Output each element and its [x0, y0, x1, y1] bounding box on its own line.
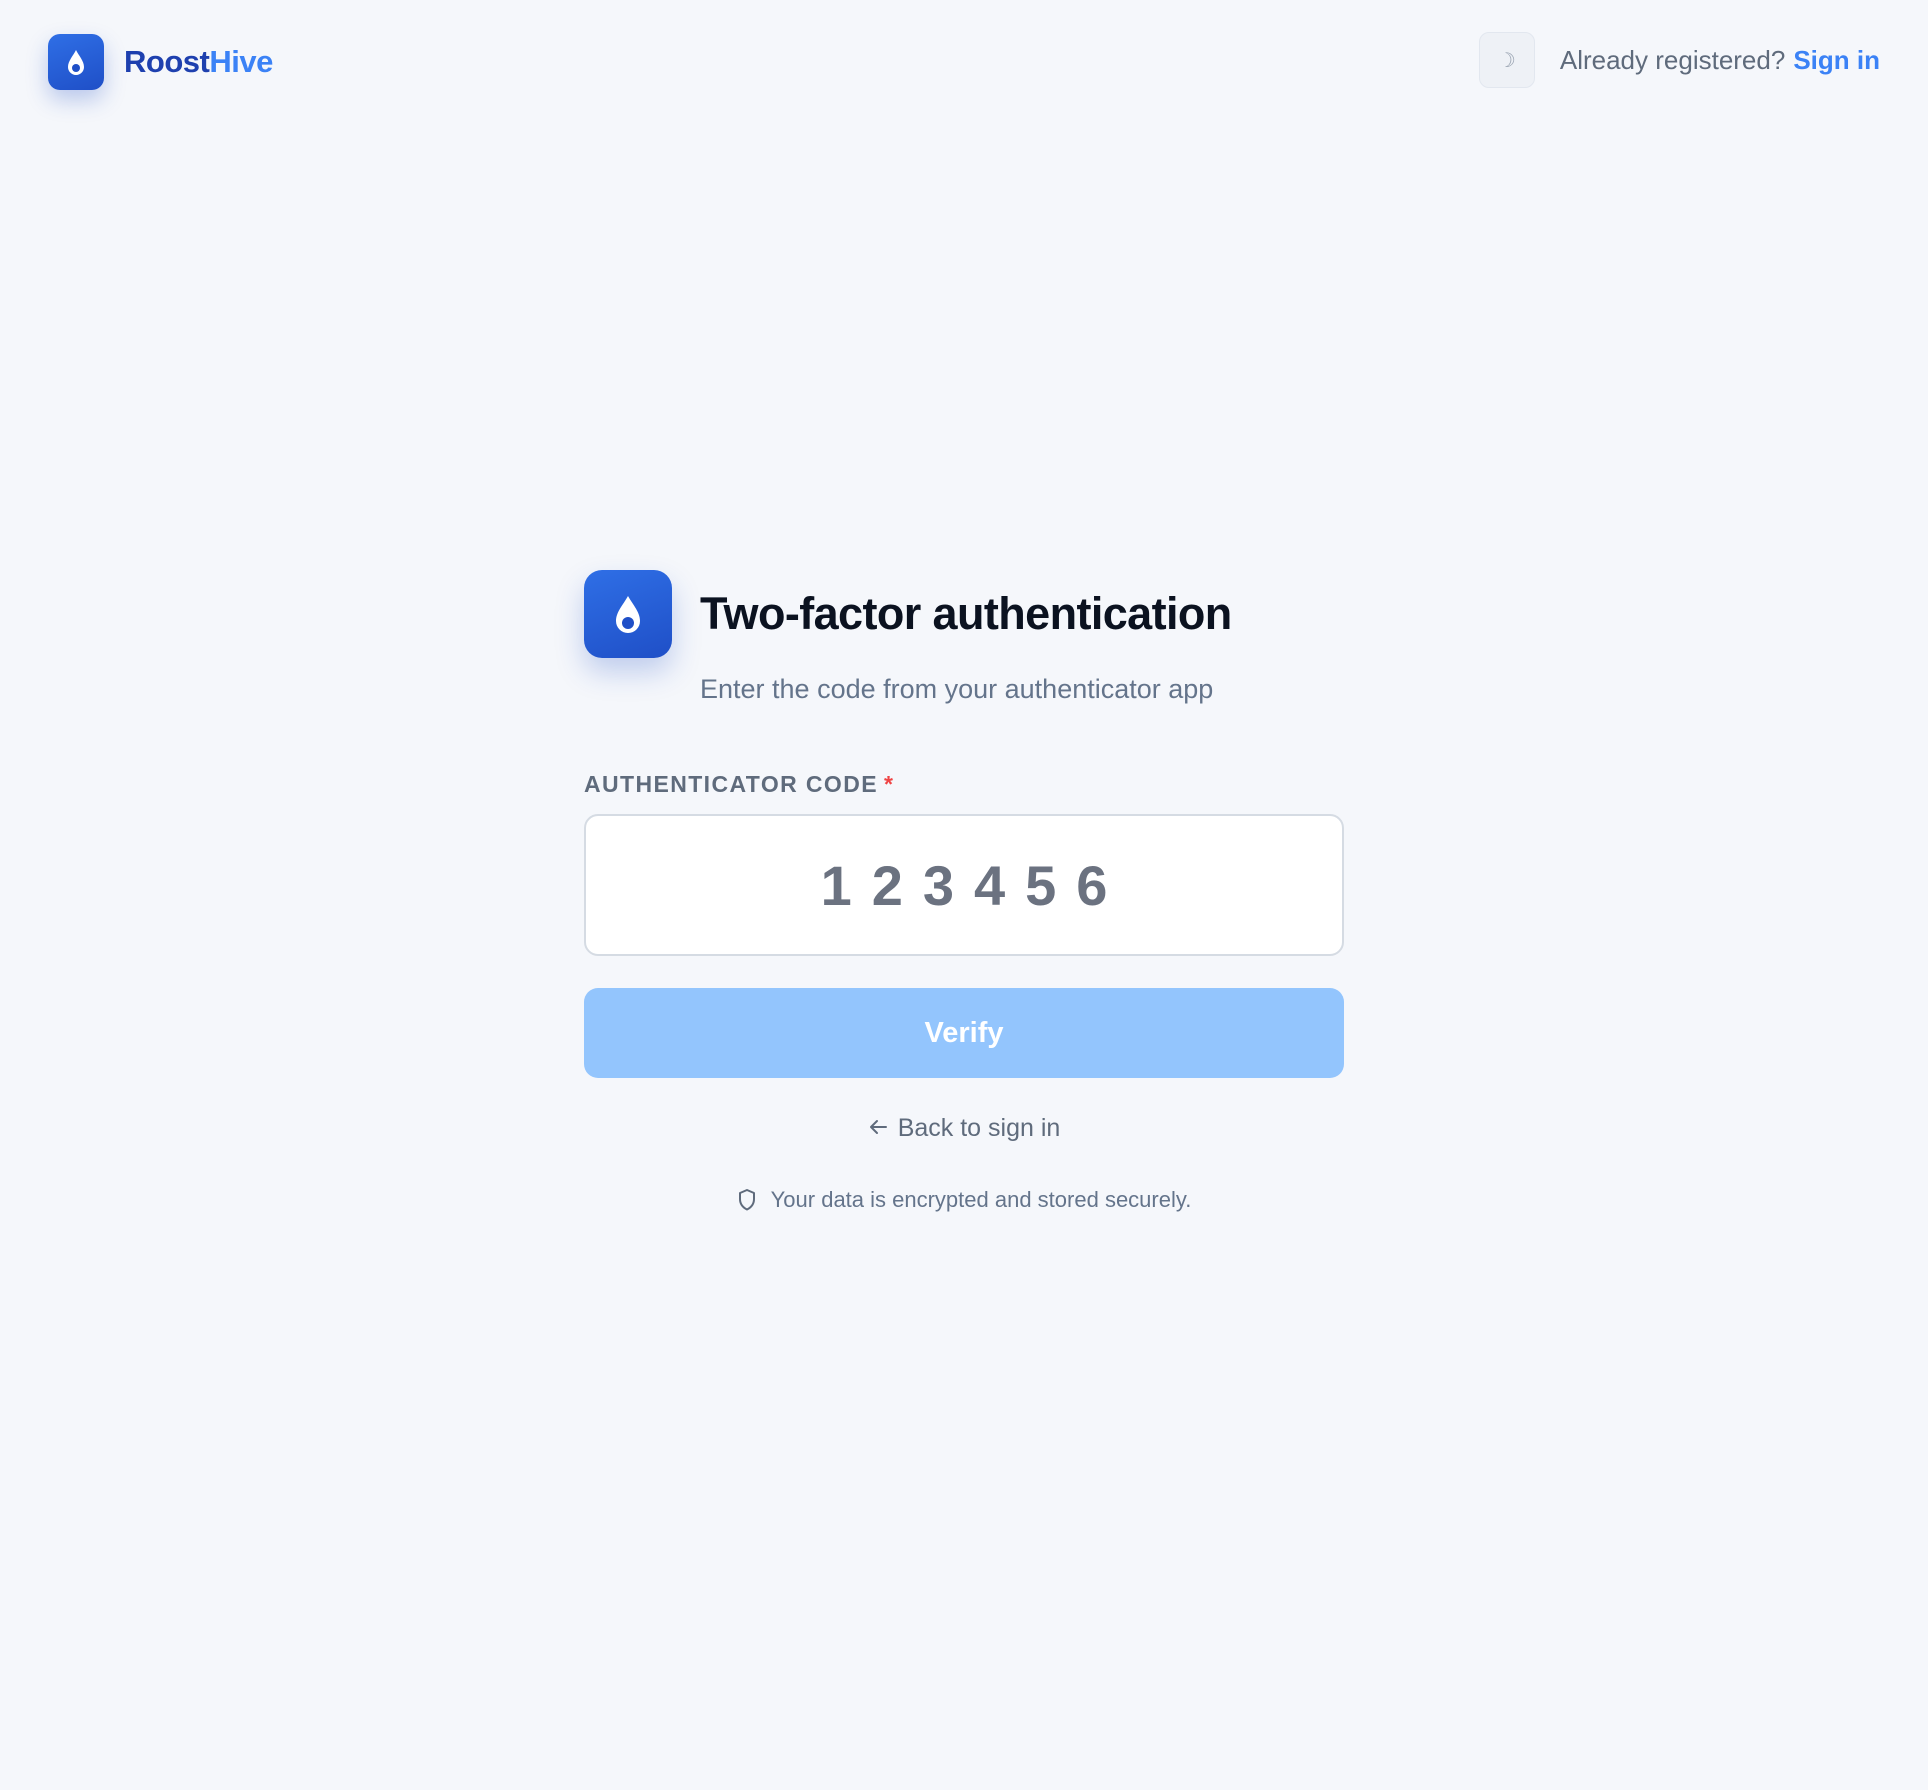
page-subtitle: Enter the code from your authenticator a…: [700, 674, 1214, 704]
brand-name: RoostHive: [124, 44, 273, 80]
brand-name-part2: Hive: [209, 44, 273, 79]
sign-in-link[interactable]: Sign in: [1793, 45, 1880, 76]
required-marker: *: [883, 771, 895, 797]
moon-icon: ☽: [1497, 49, 1516, 72]
top-header: RoostHive ☽ Already registered? Sign in: [0, 0, 1928, 126]
security-note-text: Your data is encrypted and stored secure…: [770, 1187, 1192, 1212]
arrow-left-icon: [868, 1115, 888, 1143]
brand-logo-icon: [48, 34, 104, 90]
back-link-label: Back to sign in: [897, 1114, 1061, 1142]
verify-button[interactable]: Verify: [584, 988, 1344, 1078]
theme-toggle-button[interactable]: ☽: [1478, 32, 1535, 88]
already-registered-text: Already registered?: [1559, 44, 1786, 75]
droplet-logo-icon: [584, 570, 672, 658]
page-title: Two-factor authentication: [700, 588, 1232, 639]
code-field-label-text: AUTHENTICATOR CODE: [584, 771, 878, 797]
shield-icon: [737, 1188, 757, 1212]
back-to-sign-in-link[interactable]: Back to sign in: [584, 1114, 1344, 1143]
two-factor-card: Two-factor authentication Enter the code…: [584, 570, 1344, 1213]
brand[interactable]: RoostHive: [48, 34, 273, 90]
code-field-label: AUTHENTICATOR CODE *: [584, 771, 1344, 798]
title-row: Two-factor authentication: [584, 570, 1344, 658]
brand-name-part1: Roost: [124, 44, 210, 79]
header-actions: ☽ Already registered? Sign in: [1478, 32, 1880, 88]
authenticator-code-input[interactable]: [584, 814, 1344, 956]
security-note: Your data is encrypted and stored secure…: [584, 1187, 1344, 1213]
